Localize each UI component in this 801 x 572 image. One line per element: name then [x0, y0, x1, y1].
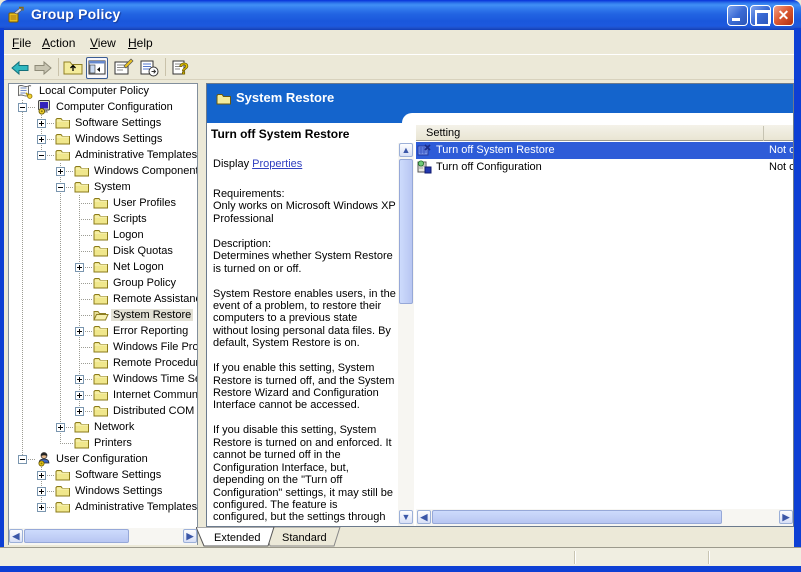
- svg-text:Extended: Extended: [214, 532, 260, 544]
- svg-text:?: ?: [179, 61, 189, 78]
- svg-text:Standard: Standard: [282, 532, 327, 544]
